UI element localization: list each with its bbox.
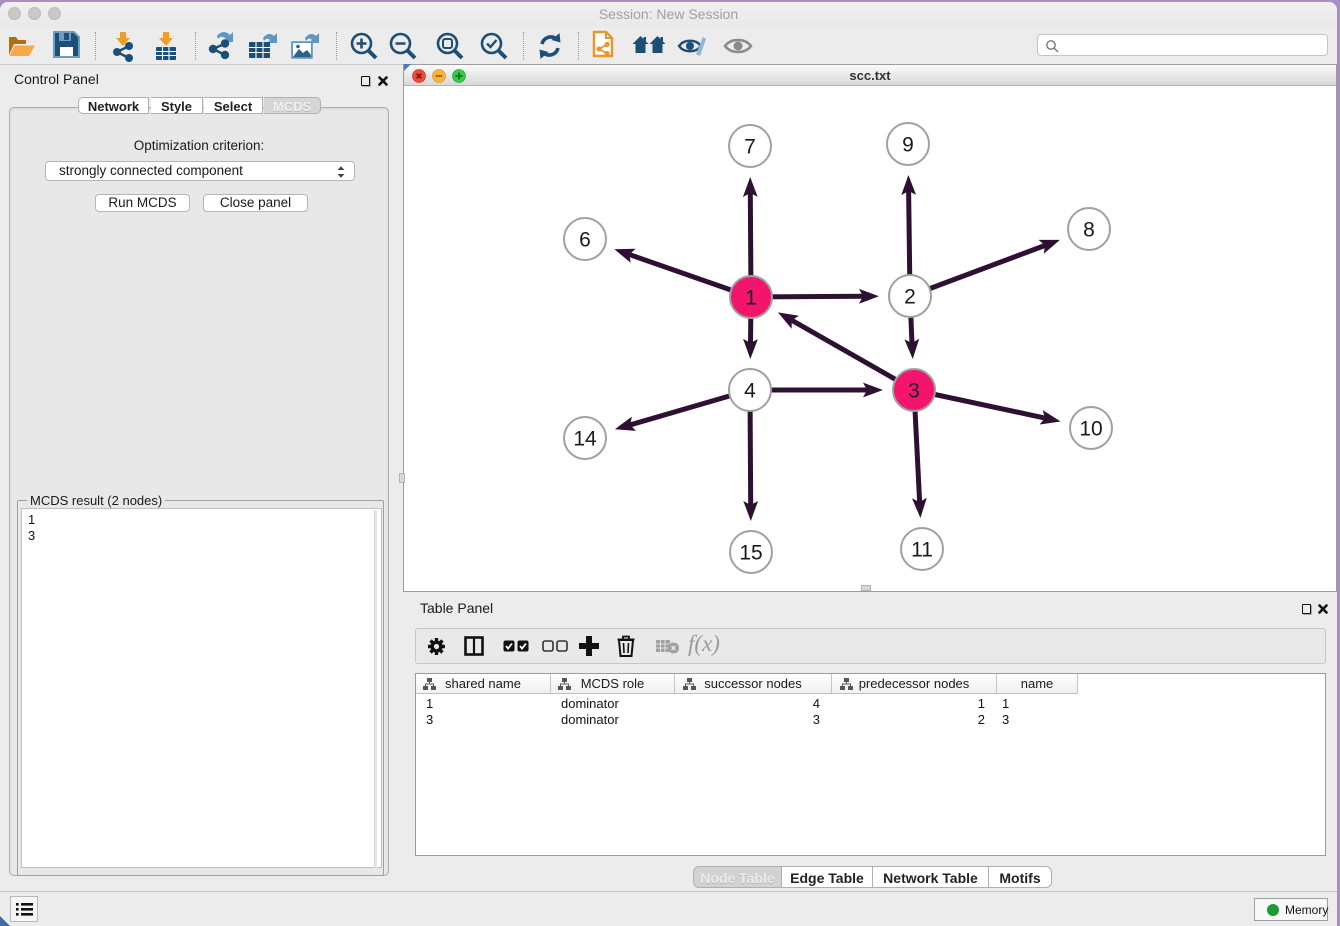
svg-text:15: 15: [739, 542, 762, 565]
svg-text:1: 1: [745, 287, 757, 310]
svg-text:9: 9: [902, 134, 914, 157]
svg-text:7: 7: [744, 136, 756, 159]
svg-text:6: 6: [579, 229, 591, 252]
svg-text:14: 14: [573, 428, 597, 451]
svg-text:11: 11: [911, 539, 933, 562]
svg-text:3: 3: [908, 380, 920, 403]
svg-text:8: 8: [1083, 219, 1095, 242]
svg-text:2: 2: [904, 286, 916, 309]
svg-text:10: 10: [1079, 418, 1102, 441]
svg-text:4: 4: [744, 380, 756, 403]
